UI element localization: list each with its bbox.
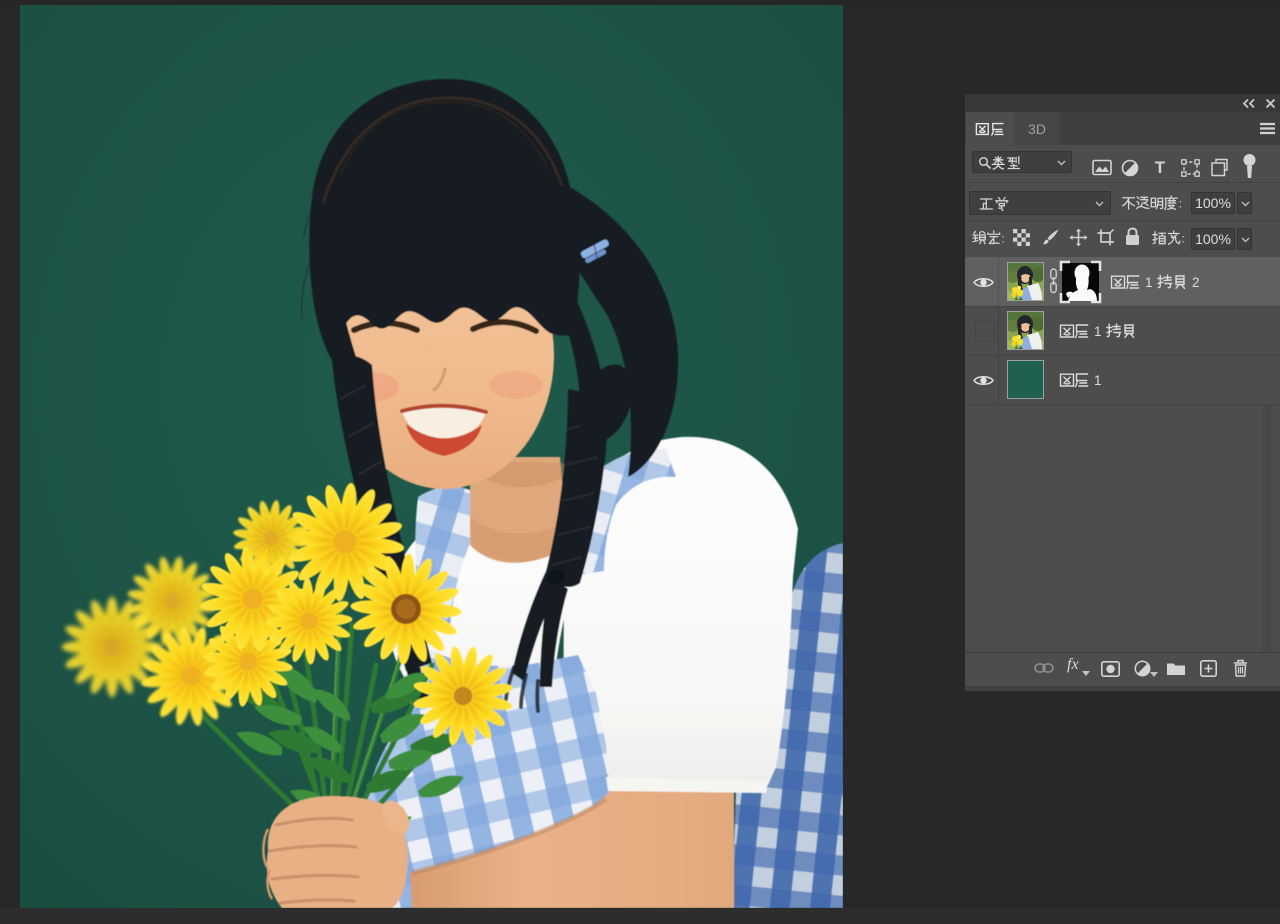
- svg-text:1: 1: [1145, 275, 1153, 290]
- svg-text::: :: [1179, 197, 1182, 211]
- svg-text:1: 1: [1094, 373, 1102, 388]
- svg-text::: :: [1181, 232, 1184, 246]
- svg-text::: :: [1001, 232, 1004, 246]
- svg-text:1: 1: [1094, 324, 1102, 339]
- svg-text:2: 2: [1192, 275, 1200, 290]
